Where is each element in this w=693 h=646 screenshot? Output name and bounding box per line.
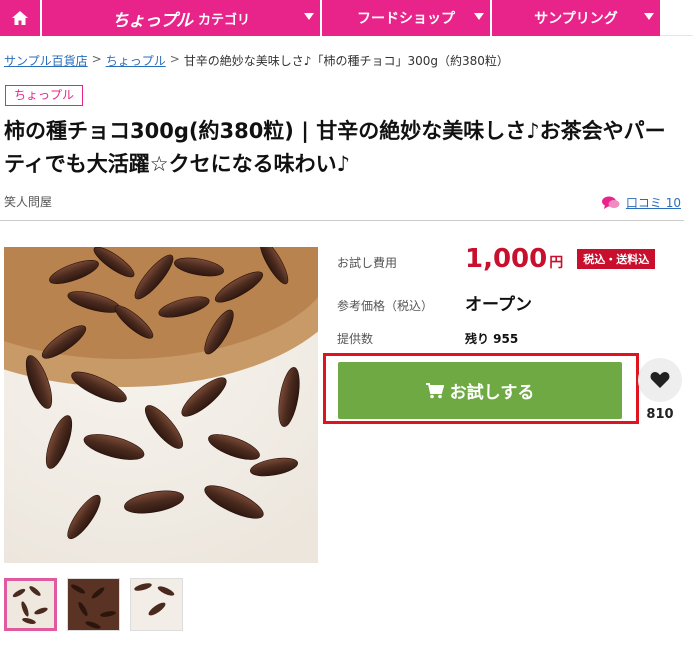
seller-name: 笑人問屋 <box>4 195 53 209</box>
price-value: 1,000 <box>465 244 548 274</box>
food-shop-menu[interactable]: フードショップ <box>322 0 492 36</box>
sampling-label: サンプリング <box>534 11 618 27</box>
try-button-label: お試しする <box>449 383 535 403</box>
reference-price-row: 参考価格（税込） オープン <box>337 290 532 315</box>
reference-price-value: オープン <box>465 295 532 315</box>
cart-icon <box>425 382 444 398</box>
home-icon <box>12 11 28 25</box>
thumbnail-image <box>68 579 119 630</box>
logo-text: ちょっプル <box>111 10 193 31</box>
favorite-count: 810 <box>646 407 674 422</box>
food-shop-label: フードショップ <box>357 11 455 27</box>
top-nav: ちょっプル カテゴリ フードショップ サンプリング <box>0 0 693 36</box>
breadcrumb-link-department[interactable]: サンプル百貨店 <box>4 52 88 69</box>
chevron-down-icon <box>474 13 484 20</box>
breadcrumb-separator: > <box>91 52 102 66</box>
category-tag[interactable]: ちょっプル <box>5 85 84 106</box>
favorite-button[interactable] <box>638 358 682 402</box>
stock-value: 残り 955 <box>465 332 519 346</box>
chevron-down-icon <box>644 13 654 20</box>
price-row: お試し費用 1,000 円 税込・送料込 <box>337 244 656 274</box>
category-label: カテゴリ <box>197 12 250 28</box>
tax-badge: 税込・送料込 <box>577 249 656 269</box>
chocolate-image <box>4 247 318 563</box>
home-button[interactable] <box>0 0 42 36</box>
chevron-down-icon <box>304 13 314 20</box>
logo: ちょっプル カテゴリ <box>112 6 250 31</box>
review-label[interactable]: 口コミ 10 <box>626 194 681 211</box>
thumbnail-image <box>131 579 182 630</box>
sampling-menu[interactable]: サンプリング <box>492 0 660 36</box>
thumbnail-2[interactable] <box>67 578 120 631</box>
product-image[interactable] <box>4 247 318 563</box>
breadcrumb-separator: > <box>169 52 180 66</box>
thumbnail-1[interactable] <box>4 578 57 631</box>
breadcrumb: サンプル百貨店 > ちょっプル > 甘辛の絶妙な美味しさ♪「柿の種チョコ」300… <box>4 52 509 69</box>
price-label: お試し費用 <box>337 256 398 270</box>
thumbnail-3[interactable] <box>130 578 183 631</box>
category-menu[interactable]: ちょっプル カテゴリ <box>42 0 322 36</box>
stock-row: 提供数 残り 955 <box>337 330 518 347</box>
thumbnail-strip <box>4 578 183 631</box>
reference-price-label: 参考価格（税込） <box>337 299 434 313</box>
heart-icon <box>650 372 670 388</box>
stock-label: 提供数 <box>337 332 374 346</box>
review-link[interactable]: 口コミ 10 <box>601 194 681 211</box>
speech-bubble-icon <box>601 196 620 209</box>
product-title: 柿の種チョコ300g(約380粒) | 甘辛の絶妙な美味しさ♪お茶会やパーティで… <box>4 119 666 176</box>
try-button[interactable]: お試しする <box>338 362 622 419</box>
breadcrumb-current: 甘辛の絶妙な美味しさ♪「柿の種チョコ」300g（約380粒） <box>183 54 509 68</box>
price-unit: 円 <box>549 255 564 271</box>
thumbnail-image <box>7 581 54 628</box>
divider <box>0 220 684 221</box>
breadcrumb-link-choppuru[interactable]: ちょっプル <box>106 52 166 69</box>
